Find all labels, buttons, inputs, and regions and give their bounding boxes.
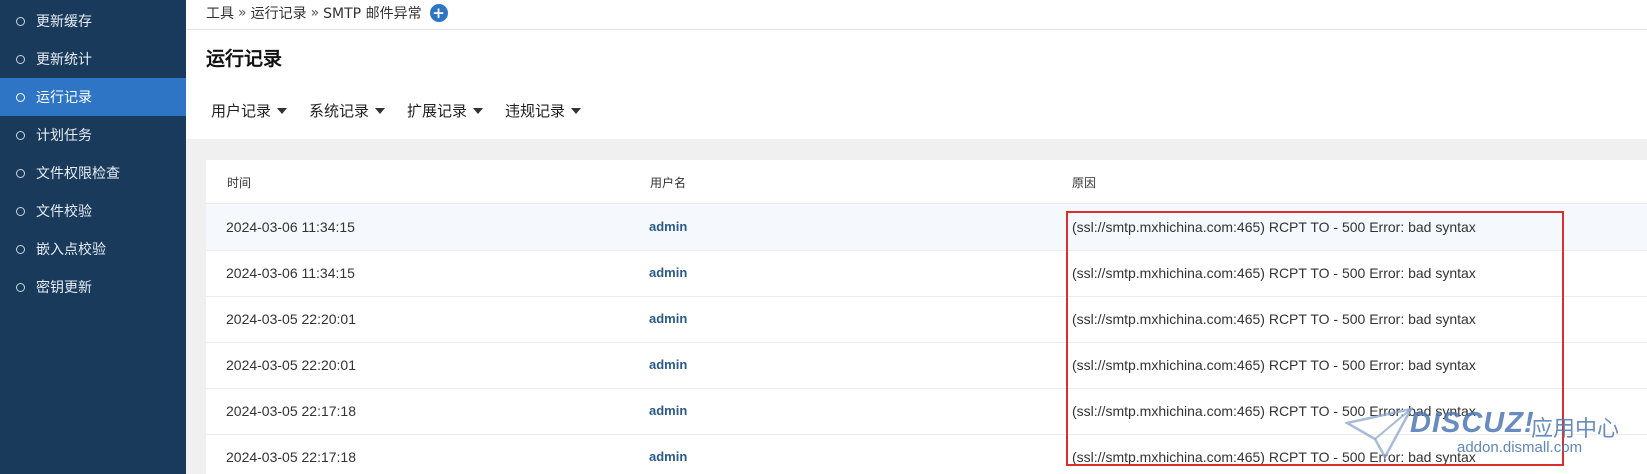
tab-system-logs[interactable]: 系统记录 [309, 100, 386, 121]
sidebar: 更新缓存 更新统计 运行记录 计划任务 文件权限检查 文件校验 嵌入点校验 密钥… [0, 0, 186, 474]
sidebar-item-run-logs[interactable]: 运行记录 [0, 78, 186, 116]
sidebar-item-hook-verify[interactable]: 嵌入点校验 [0, 230, 186, 268]
tab-extension-logs[interactable]: 扩展记录 [407, 100, 484, 121]
header: 工具 » 运行记录 » SMTP 邮件异常 + 运行记录 用户记录 系统记录 扩… [186, 0, 1647, 139]
cell-time: 2024-03-06 11:34:15 [226, 265, 355, 281]
table-header: 时间 用户名 原因 [206, 160, 1647, 204]
circle-icon [16, 130, 25, 140]
cell-reason: (ssl://smtp.mxhichina.com:465) RCPT TO -… [1072, 449, 1476, 465]
breadcrumb-separator: » [310, 5, 320, 21]
cell-reason: (ssl://smtp.mxhichina.com:465) RCPT TO -… [1072, 265, 1476, 281]
table-row: 2024-03-05 22:17:18 admin (ssl://smtp.mx… [206, 435, 1647, 474]
tab-label: 用户记录 [211, 102, 272, 120]
cell-time: 2024-03-05 22:17:18 [226, 449, 356, 465]
sidebar-item-label: 嵌入点校验 [36, 242, 106, 258]
cell-time: 2024-03-05 22:20:01 [226, 311, 356, 327]
cell-username[interactable]: admin [649, 403, 687, 418]
sidebar-item-label: 更新缓存 [36, 14, 92, 30]
table-row: 2024-03-05 22:17:18 admin (ssl://smtp.mx… [206, 389, 1647, 435]
sidebar-item-scheduled-tasks[interactable]: 计划任务 [0, 116, 186, 154]
table-row: 2024-03-05 22:20:01 admin (ssl://smtp.mx… [206, 297, 1647, 343]
caret-down-icon [473, 107, 484, 114]
header-username: 用户名 [650, 176, 687, 190]
tab-label: 扩展记录 [407, 102, 468, 120]
cell-reason: (ssl://smtp.mxhichina.com:465) RCPT TO -… [1072, 403, 1476, 419]
sidebar-item-label: 文件权限检查 [36, 166, 120, 182]
page-title: 运行记录 [206, 48, 283, 70]
log-table: 时间 用户名 原因 2024-03-06 11:34:15 admin (ssl… [206, 160, 1647, 474]
cell-reason: (ssl://smtp.mxhichina.com:465) RCPT TO -… [1072, 357, 1476, 373]
cell-username[interactable]: admin [649, 265, 687, 280]
header-reason: 原因 [1072, 176, 1097, 190]
caret-down-icon [277, 107, 288, 114]
breadcrumb: 工具 » 运行记录 » SMTP 邮件异常 + [206, 2, 448, 24]
sidebar-item-key-update[interactable]: 密钥更新 [0, 268, 186, 306]
circle-icon [16, 54, 25, 64]
circle-icon [16, 16, 25, 26]
breadcrumb-current: SMTP 邮件异常 [323, 6, 422, 22]
header-time: 时间 [227, 176, 252, 190]
breadcrumb-separator: » [238, 5, 247, 21]
table-row: 2024-03-06 11:34:15 admin (ssl://smtp.mx… [206, 251, 1647, 297]
cell-reason: (ssl://smtp.mxhichina.com:465) RCPT TO -… [1072, 219, 1476, 235]
cell-time: 2024-03-06 11:34:15 [226, 219, 355, 235]
sidebar-item-file-verify[interactable]: 文件校验 [0, 192, 186, 230]
tab-user-logs[interactable]: 用户记录 [211, 100, 288, 121]
circle-icon [16, 206, 25, 216]
tab-label: 系统记录 [309, 102, 370, 120]
tab-label: 违规记录 [505, 102, 566, 120]
breadcrumb-run-logs[interactable]: 运行记录 [251, 3, 307, 23]
circle-icon [16, 92, 25, 102]
cell-username[interactable]: admin [649, 219, 687, 234]
caret-down-icon [571, 107, 582, 114]
caret-down-icon [375, 107, 386, 114]
sidebar-item-update-cache[interactable]: 更新缓存 [0, 2, 186, 40]
table-row: 2024-03-05 22:20:01 admin (ssl://smtp.mx… [206, 343, 1647, 389]
cell-reason: (ssl://smtp.mxhichina.com:465) RCPT TO -… [1072, 311, 1476, 327]
cell-time: 2024-03-05 22:17:18 [226, 403, 356, 419]
sidebar-item-label: 更新统计 [36, 52, 92, 68]
cell-username[interactable]: admin [649, 449, 687, 464]
sidebar-item-label: 计划任务 [36, 128, 92, 144]
tabs: 用户记录 系统记录 扩展记录 违规记录 [211, 100, 603, 121]
cell-time: 2024-03-05 22:20:01 [226, 357, 356, 373]
breadcrumb-tools[interactable]: 工具 [206, 3, 234, 23]
table-row: 2024-03-06 11:34:15 admin (ssl://smtp.mx… [206, 205, 1647, 251]
circle-icon [16, 244, 25, 254]
sidebar-item-file-permission-check[interactable]: 文件权限检查 [0, 154, 186, 192]
circle-icon [16, 168, 25, 178]
plus-icon[interactable]: + [429, 4, 448, 22]
header-divider [186, 29, 1647, 30]
sidebar-item-label: 运行记录 [36, 90, 92, 106]
sidebar-item-label: 文件校验 [36, 204, 92, 220]
sidebar-item-update-stats[interactable]: 更新统计 [0, 40, 186, 78]
cell-username[interactable]: admin [649, 357, 687, 372]
cell-username[interactable]: admin [649, 311, 687, 326]
circle-icon [16, 282, 25, 292]
tab-violation-logs[interactable]: 违规记录 [505, 100, 582, 121]
sidebar-item-label: 密钥更新 [36, 280, 92, 296]
